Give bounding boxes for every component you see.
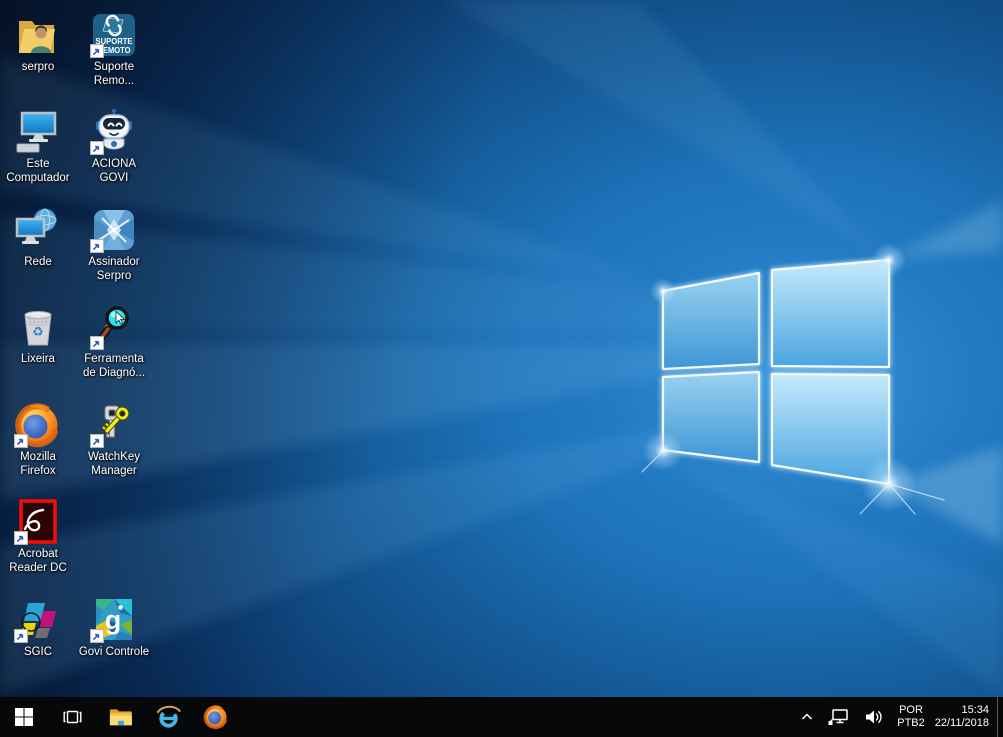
language-indicator[interactable]: POR PTB2: [891, 697, 931, 737]
shortcut-arrow-icon: [14, 531, 28, 545]
desktop-icon-mozilla-firefox[interactable]: Mozilla Firefox: [0, 398, 76, 478]
user-folder-icon: [19, 21, 55, 53]
desktop-icon-govi-controle[interactable]: g Govi Controle: [76, 593, 152, 660]
task-view-button[interactable]: [48, 697, 96, 737]
ethernet-network-icon: [828, 709, 848, 725]
desktop-icon-label: serpro: [21, 61, 55, 73]
desktop-icon-watchkey-manager[interactable]: WatchKey Manager: [76, 398, 152, 478]
task-view-icon: [63, 710, 82, 724]
desktop-icon-rede[interactable]: Rede: [0, 203, 76, 270]
shortcut-arrow-icon: [90, 141, 104, 155]
shortcut-arrow-icon: [14, 434, 28, 448]
desktop: serpro SUPORTE REMOTO Suporte Remo... Es…: [0, 0, 1003, 697]
desktop-icon-label: Este Computador: [6, 158, 70, 184]
this-pc-icon: [16, 111, 57, 153]
firefox-button[interactable]: [192, 697, 240, 737]
system-tray: POR PTB2 15:34 22/11/2018: [793, 697, 1003, 737]
internet-explorer-button[interactable]: [144, 697, 192, 737]
svg-text:g: g: [105, 605, 122, 635]
speaker-icon: [866, 710, 882, 724]
desktop-icon-aciona-govi[interactable]: ACIONA GOVI: [76, 105, 152, 185]
desktop-icon-label: Acrobat Reader DC: [9, 548, 67, 574]
file-explorer-button[interactable]: [96, 697, 144, 737]
file-explorer-icon: [109, 708, 132, 725]
desktop-icon-label: SGIC: [23, 646, 53, 658]
desktop-icon-label: Rede: [24, 256, 52, 268]
shortcut-arrow-icon: [90, 336, 104, 350]
network-icon: [15, 208, 57, 244]
network-tray-button[interactable]: [821, 697, 857, 737]
recycle-bin-icon: ♻: [24, 311, 52, 346]
desktop-icon-label: Govi Controle: [78, 646, 150, 658]
desktop-icon-suporte-remoto[interactable]: SUPORTE REMOTO Suporte Remo...: [76, 8, 152, 88]
desktop-icon-este-computador[interactable]: Este Computador: [0, 105, 76, 185]
desktop-icon-serpro[interactable]: serpro: [0, 8, 76, 75]
show-desktop-button[interactable]: [997, 697, 1003, 737]
shortcut-arrow-icon: [90, 434, 104, 448]
taskbar-clock[interactable]: 15:34 22/11/2018: [931, 697, 997, 737]
desktop-icon-label: Assinador Serpro: [88, 256, 140, 282]
keyboard-layout: PTB2: [897, 717, 925, 729]
shortcut-arrow-icon: [14, 629, 28, 643]
desktop-icon-assinador-serpro[interactable]: Assinador Serpro: [76, 203, 152, 283]
taskbar: POR PTB2 15:34 22/11/2018: [0, 697, 1003, 737]
desktop-icon-ferramenta-diagnostico[interactable]: Ferramenta de Diagnó...: [76, 300, 152, 380]
firefox-icon: [203, 705, 227, 730]
shortcut-arrow-icon: [90, 629, 104, 643]
svg-text:♻: ♻: [32, 325, 44, 340]
desktop-icon-acrobat-reader[interactable]: Acrobat Reader DC: [0, 495, 76, 575]
start-button[interactable]: [0, 697, 48, 737]
shortcut-arrow-icon: [90, 239, 104, 253]
chevron-up-icon: [802, 713, 813, 720]
desktop-icon-label: Lixeira: [21, 353, 55, 365]
tray-expand-button[interactable]: [793, 697, 821, 737]
shortcut-arrow-icon: [90, 44, 104, 58]
desktop-icon-label: WatchKey Manager: [88, 451, 140, 477]
desktop-icon-label: Ferramenta de Diagnó...: [82, 353, 145, 379]
desktop-icon-label: Suporte Remo...: [93, 61, 135, 87]
windows-logo-icon: [15, 708, 33, 726]
clock-date: 22/11/2018: [934, 717, 989, 729]
desktop-icon-sgic[interactable]: SGIC: [0, 593, 76, 660]
desktop-icon-label: ACIONA GOVI: [91, 158, 137, 184]
desktop-icon-label: Mozilla Firefox: [20, 451, 56, 477]
desktop-icon-lixeira[interactable]: ♻ Lixeira: [0, 300, 76, 367]
language-code: POR: [899, 704, 923, 716]
internet-explorer-icon: [156, 705, 181, 728]
clock-time: 15:34: [961, 704, 989, 716]
volume-tray-button[interactable]: [857, 697, 891, 737]
